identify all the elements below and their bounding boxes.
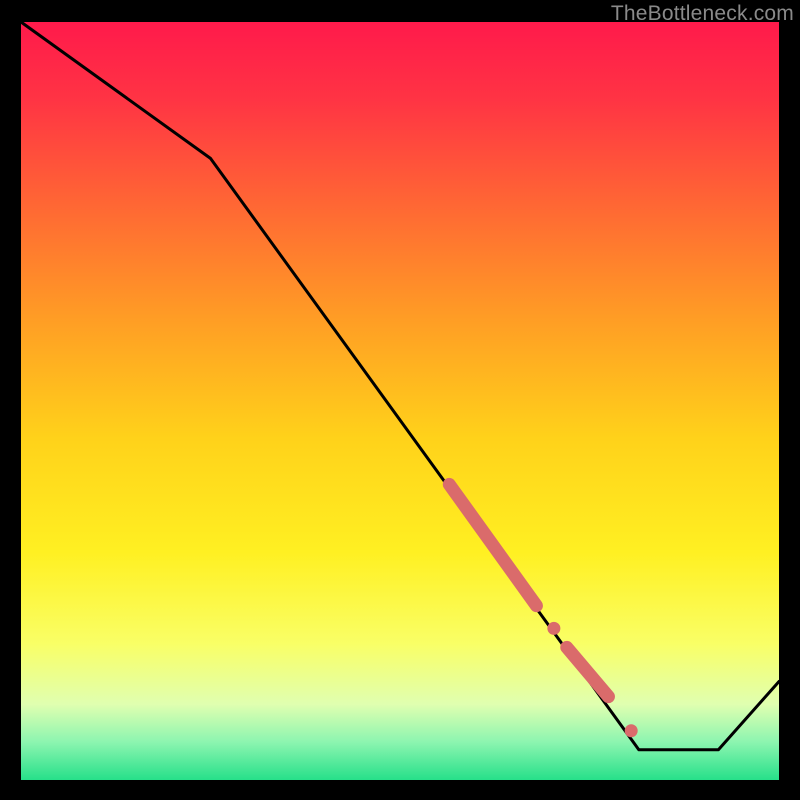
- chart-svg: [21, 22, 779, 780]
- highlight-band-upper: [449, 484, 536, 605]
- highlight-dot-low: [625, 724, 638, 737]
- highlight-band-lower: [567, 647, 609, 696]
- watermark-text: TheBottleneck.com: [611, 2, 794, 26]
- curve-line: [21, 22, 779, 750]
- highlight-dot-mid: [547, 622, 560, 635]
- plot-area: [21, 22, 779, 780]
